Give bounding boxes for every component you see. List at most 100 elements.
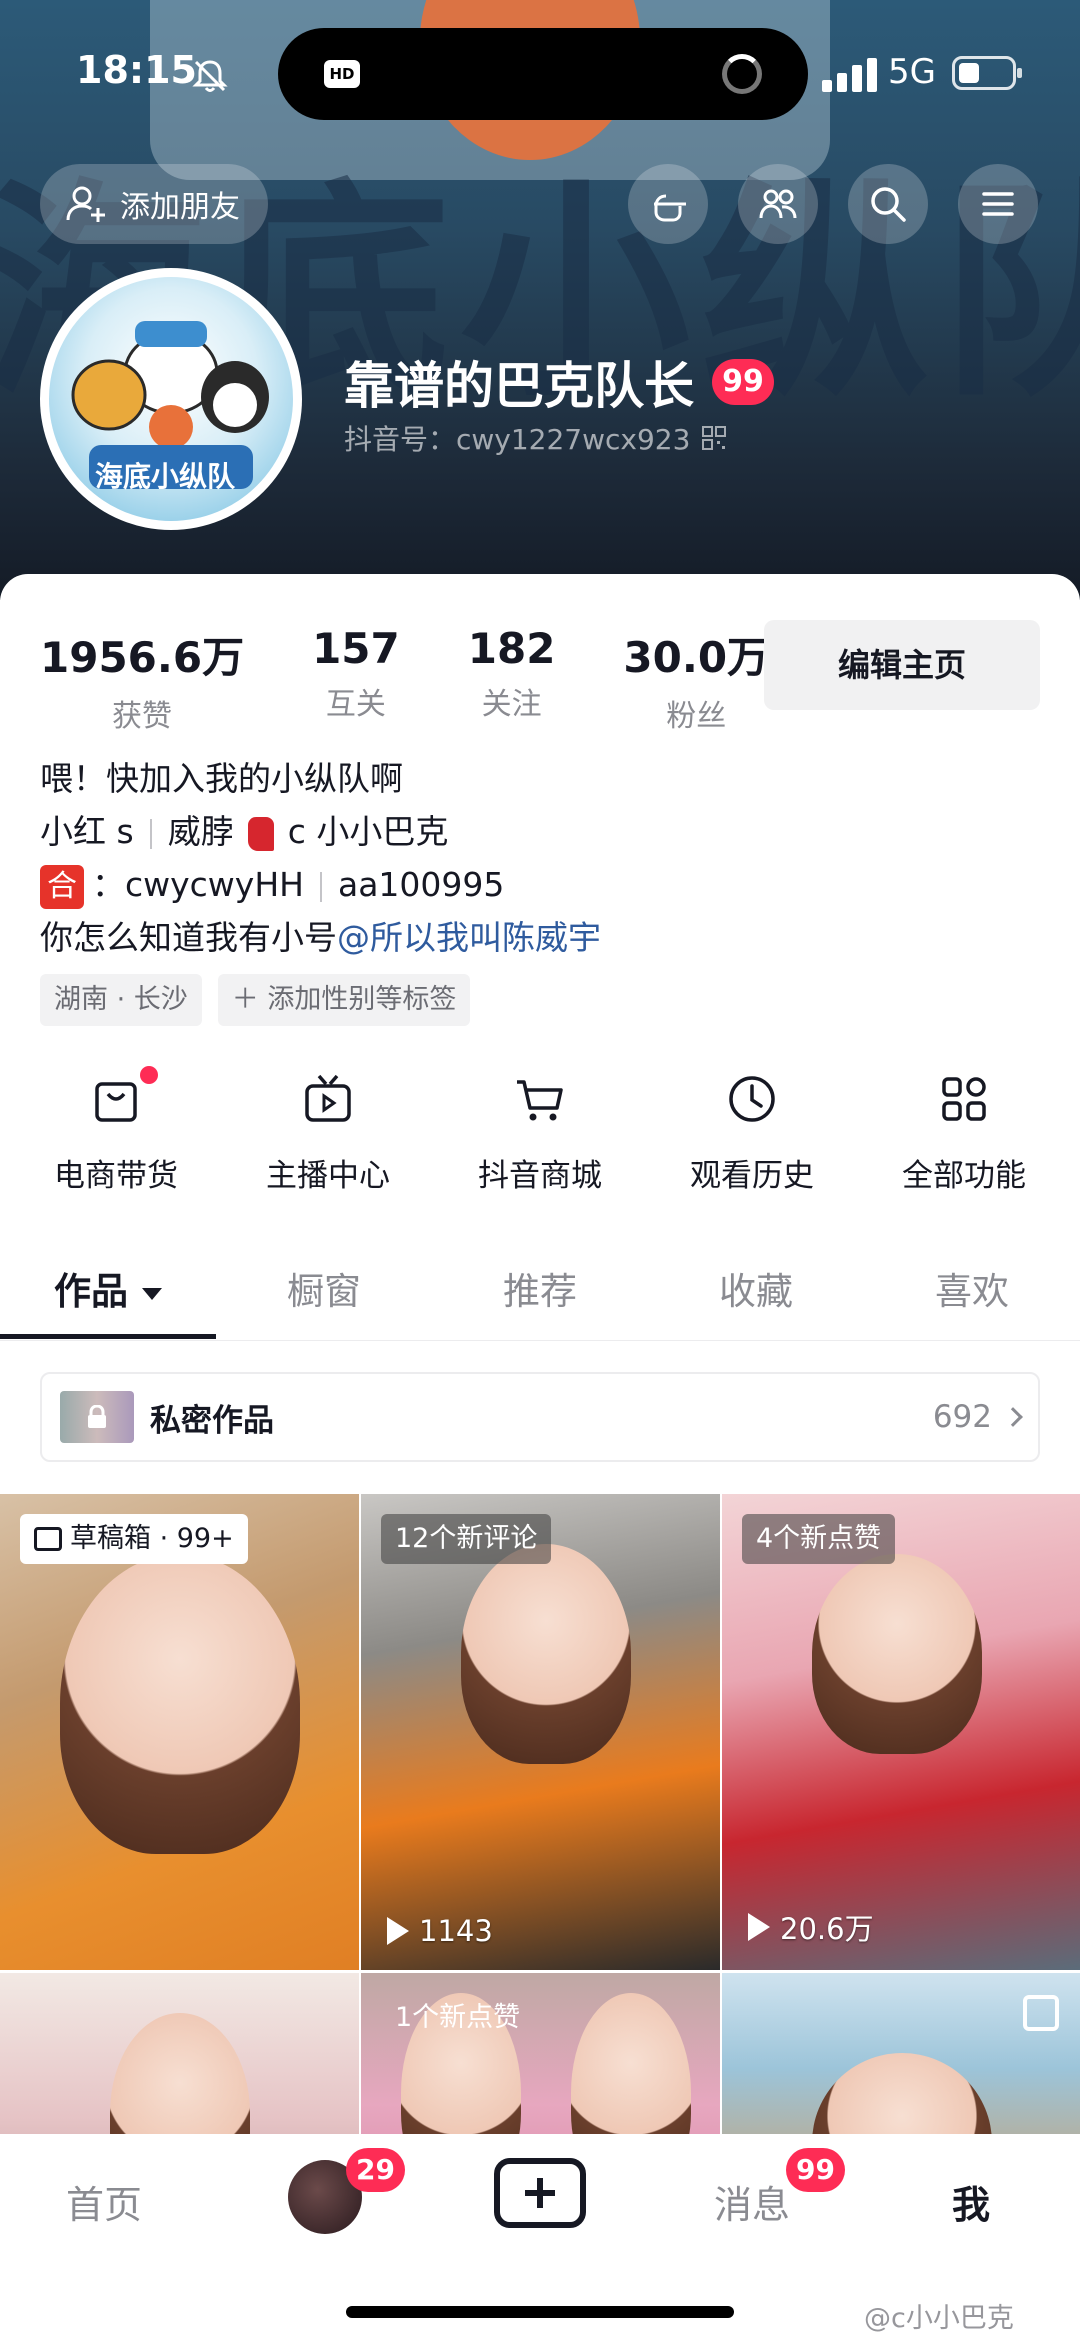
tab-works[interactable]: 作品 [0,1262,216,1342]
add-tag-button[interactable]: ＋ 添加性别等标签 [217,974,471,1026]
stat-followers[interactable]: 30.0万 粉丝 [623,624,769,735]
feature-all[interactable]: 全部功能 [864,1070,1064,1195]
add-friend-label: 添加朋友 [120,190,240,225]
feature-ecommerce[interactable]: 电商带货 [16,1066,216,1195]
bio-text: ：cwycwyHH [92,865,304,904]
bio-text: c 小小巴克 [287,812,449,851]
loading-spinner-icon [722,54,762,94]
network-type: 5G [888,52,936,92]
tab-showcase[interactable]: 橱窗 [216,1262,432,1342]
bio-line-2: 小红 s 威脖 c 小小巴克 [40,805,601,858]
play-count: 1143 [387,1914,493,1948]
video-thumbnail[interactable]: 草稿箱 · 99+ [0,1494,359,1970]
stat-value: 30.0万 [623,633,770,682]
video-thumbnail[interactable]: 12个新评论 1143 [361,1494,720,1970]
caret-down-icon [142,1287,162,1300]
bio-text: aa100995 [337,865,505,904]
avatar-caption: 海底小纵队 [95,460,236,493]
feature-label: 电商带货 [54,1158,178,1194]
cart-icon [517,1080,563,1121]
bio-line-1: 喂！快加入我的小纵队啊 [40,759,403,798]
content-tabs: 作品 橱窗 推荐 收藏 喜欢 [0,1262,1080,1342]
stats-row: 1956.6万 获赞 157 互关 182 关注 30.0万 粉丝 [40,624,837,735]
active-tab-indicator [0,1334,216,1339]
search-icon [871,187,906,222]
stat-label: 关注 [481,687,542,722]
stat-value: 1956.6万 [40,633,245,682]
tv-icon [305,1074,351,1122]
feature-mall[interactable]: 抖音商城 [440,1070,640,1195]
bio: 喂！快加入我的小纵队啊 小红 s 威脖 c 小小巴克 合：cwycwyHH aa100… [40,752,601,964]
profile-name: 靠谱的巴克队长 99 [344,346,774,418]
feature-history[interactable]: 观看历史 [652,1070,852,1195]
bio-text: 威脖 [167,812,234,851]
tab-likes[interactable]: 喜欢 [864,1262,1080,1342]
private-works-label: 私密作品 [150,1402,274,1439]
private-works-row[interactable]: 私密作品 692 [40,1372,1040,1462]
thumbnail-figure [60,1554,300,1854]
location-tag[interactable]: 湖南 · 长沙 [40,974,202,1026]
avatar[interactable]: 海底小纵队 [40,268,302,530]
dynamic-island: HD [278,28,808,120]
scarf-emoji-icon [247,816,274,851]
search-button[interactable] [848,164,928,244]
bio-line-3: 合：cwycwyHH aa100995 [40,858,601,911]
video-grid: 草稿箱 · 99+ 12个新评论 1143 4个新点赞 20.6万 1个新点赞 [0,1494,1080,2213]
stat-label: 互关 [325,687,386,722]
new-likes-badge: 4个新点赞 [742,1514,896,1564]
private-thumbnail [60,1391,134,1443]
stat-mutual[interactable]: 157 互关 [312,624,400,735]
stat-likes[interactable]: 1956.6万 获赞 [40,624,244,735]
level-badge[interactable]: 99 [712,359,774,405]
drafts-badge[interactable]: 草稿箱 · 99+ [20,1514,248,1564]
friends-badge: 29 [346,2148,405,2192]
edit-profile-button[interactable]: 编辑主页 [764,620,1040,710]
multi-image-icon [1023,1995,1059,2031]
bio-text: 你怎么知道我有小号 [40,918,337,957]
stat-label: 粉丝 [666,699,727,734]
play-count-value: 20.6万 [780,1912,874,1946]
thumbnail-figure [812,1554,982,1754]
signal-icon [822,58,877,92]
tab-recommend[interactable]: 推荐 [432,1262,648,1342]
play-icon [387,1917,409,1945]
bio-line-4: 你怎么知道我有小号@所以我叫陈威宇 [40,911,601,964]
shopping-bag-icon [95,1082,137,1122]
visitors-button[interactable] [738,164,818,244]
nav-messages[interactable]: 消息 [714,2174,790,2229]
play-count: 20.6万 [748,1906,874,1948]
chevron-right-icon [1003,1407,1023,1427]
video-thumbnail[interactable]: 4个新点赞 20.6万 [722,1494,1080,1970]
nav-home[interactable]: 首页 [66,2174,142,2229]
menu-button[interactable] [958,164,1038,244]
douyin-id[interactable]: 抖音号：cwy1227wcx923 [344,418,727,458]
tab-favorites[interactable]: 收藏 [648,1262,864,1342]
status-time: 18:15 [76,48,197,92]
divider [149,818,152,849]
qr-code-icon[interactable] [702,426,727,450]
mention-link[interactable]: @所以我叫陈威宇 [337,918,601,957]
feature-row: 电商带货 主播中心 抖音商城 观看历史 全部功能 [0,1066,1080,1195]
stat-following[interactable]: 182 关注 [468,624,556,735]
watermark: @c小小巴克 [864,2303,1014,2334]
hand-pointer-icon [654,194,686,222]
new-comments-badge: 12个新评论 [381,1514,552,1564]
notification-dot [140,1066,158,1084]
feature-label: 抖音商城 [478,1158,602,1194]
thumbnail-figure [461,1544,631,1764]
grid-icon [942,1077,986,1121]
nav-me[interactable]: 我 [952,2174,990,2229]
stat-value: 157 [312,624,400,673]
feature-creator-center[interactable]: 主播中心 [228,1070,428,1195]
tab-divider [0,1340,1080,1341]
add-person-icon [66,186,105,222]
create-button[interactable] [494,2158,586,2228]
tags-row: 湖南 · 长沙 ＋ 添加性别等标签 [40,974,471,1026]
messages-badge: 99 [786,2148,845,2192]
he-emoji-icon: 合 [40,864,84,909]
menu-icon [982,192,1014,216]
play-count-value: 1143 [419,1914,493,1948]
feature-label: 观看历史 [690,1158,814,1194]
add-friend-button[interactable]: 添加朋友 [40,164,268,244]
hand-pointer-button[interactable] [628,164,708,244]
